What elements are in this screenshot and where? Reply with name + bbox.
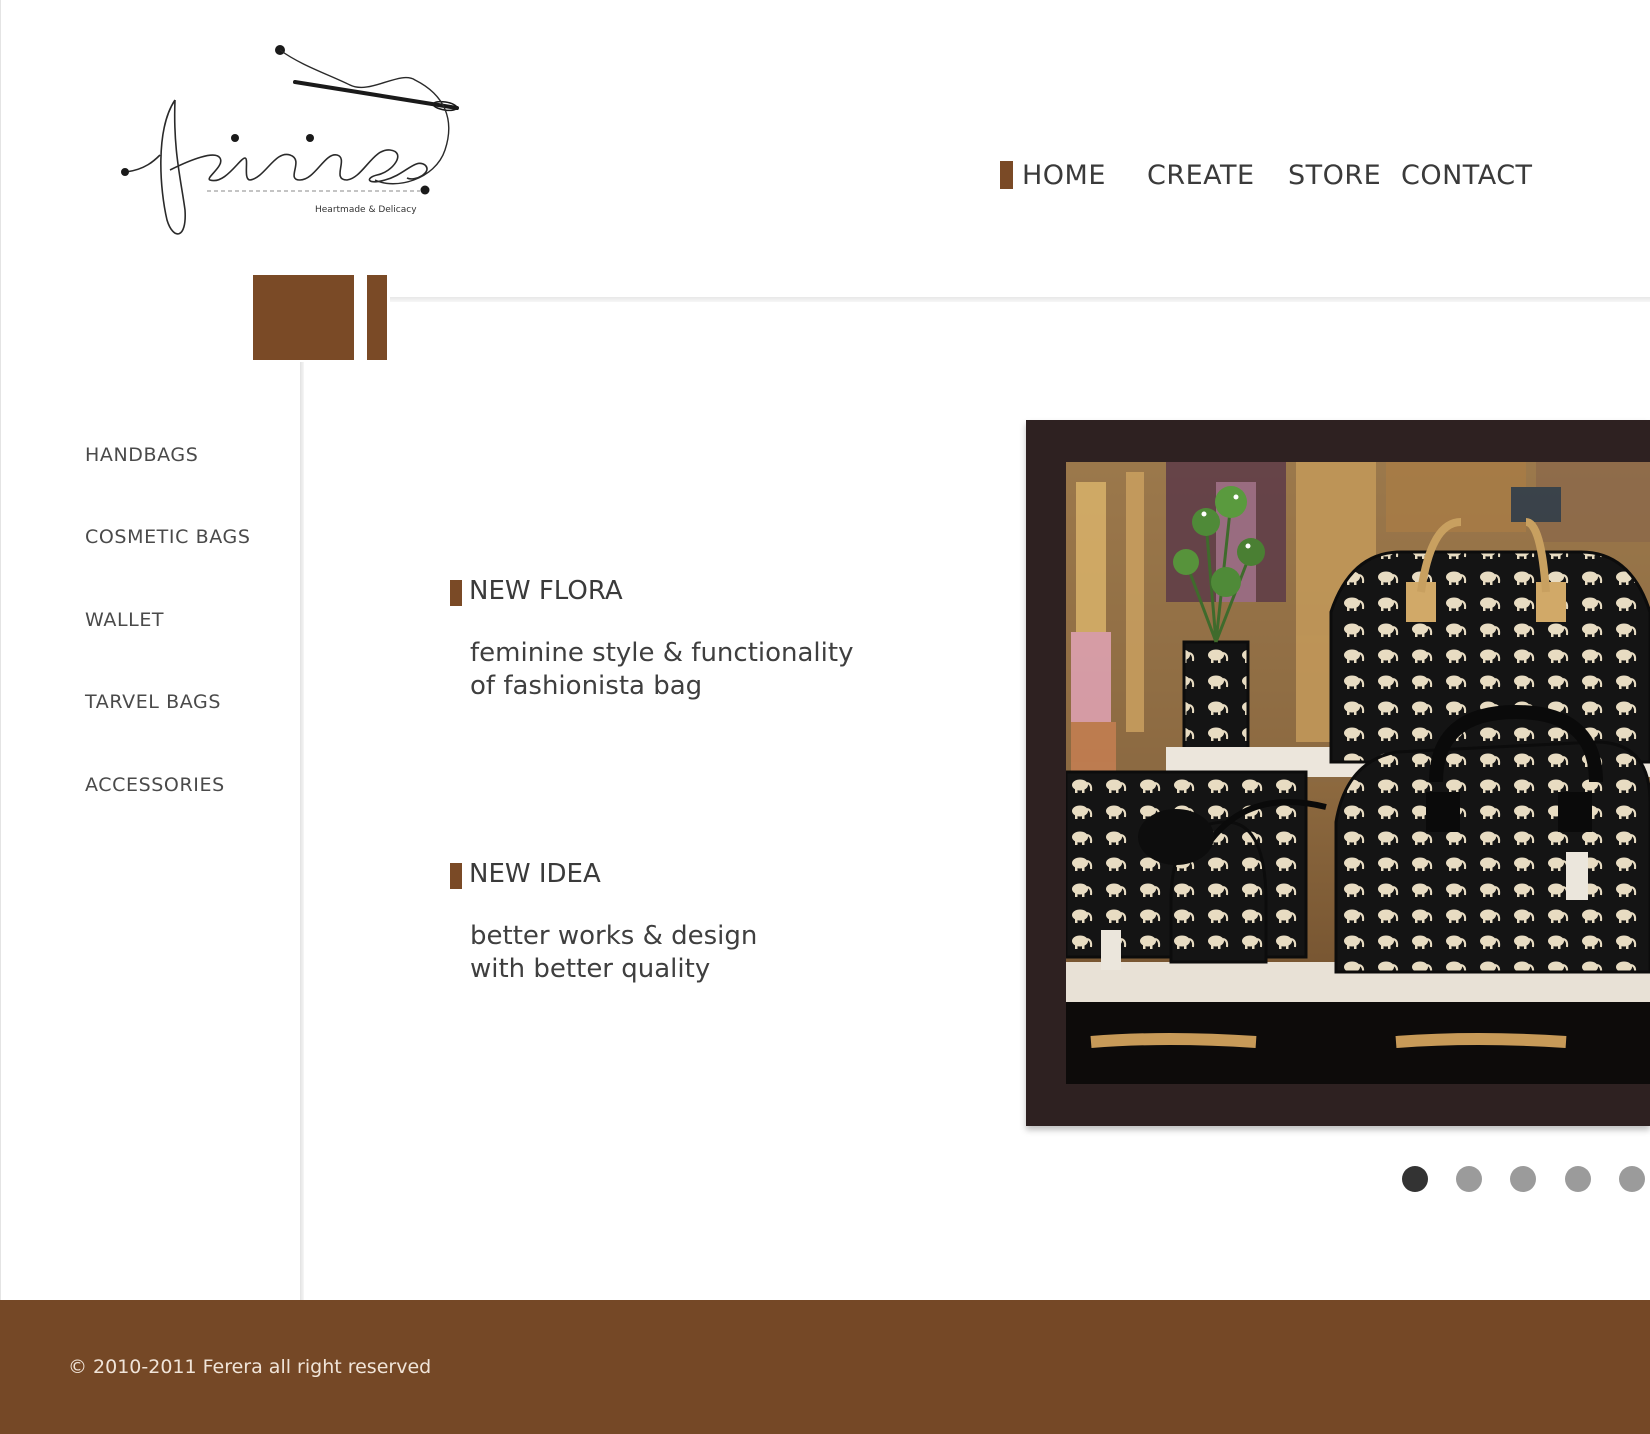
promo-marker: [450, 863, 462, 889]
nav-home[interactable]: HOME: [1022, 156, 1106, 196]
promo-description-line: feminine style & functionality: [470, 638, 854, 668]
promo-description-line: of fashionista bag: [470, 671, 703, 701]
brand-block: [253, 275, 354, 360]
sidebar-item-handbags[interactable]: HANDBAGS: [85, 444, 198, 466]
product-photo[interactable]: [1066, 462, 1650, 1084]
sidebar-item-accessories[interactable]: ACCESSORIES: [85, 774, 225, 796]
promo-description-line: better works & design: [470, 921, 758, 951]
logo-tagline: Heartmade & Delicacy: [315, 205, 417, 215]
product-photo-art: [1066, 462, 1650, 1084]
sidebar-divider: [300, 362, 304, 1300]
brand-block-thin: [367, 275, 387, 360]
slider-dot-5[interactable]: [1619, 1166, 1645, 1192]
copyright-text: © 2010-2011 Ferera all right reserved: [68, 1356, 432, 1378]
promo-marker: [450, 580, 462, 606]
sidebar-item-wallet[interactable]: WALLET: [85, 609, 164, 631]
header-divider: [390, 297, 1650, 302]
nav-contact[interactable]: CONTACT: [1401, 156, 1533, 196]
slider-dot-1[interactable]: [1402, 1166, 1428, 1192]
slider-dot-2[interactable]: [1456, 1166, 1482, 1192]
footer: © 2010-2011 Ferera all right reserved: [0, 1300, 1650, 1434]
nav-active-marker: [1000, 161, 1013, 189]
page-edge: [0, 0, 1, 1300]
sidebar-item-travel-bags[interactable]: TARVEL BAGS: [85, 691, 221, 713]
slider-dot-4[interactable]: [1565, 1166, 1591, 1192]
nav-create[interactable]: CREATE: [1147, 156, 1255, 196]
logo-artwork: Heartmade & Delicacy: [121, 45, 459, 235]
promo-title: NEW FLORA: [469, 576, 623, 606]
slider-dot-3[interactable]: [1510, 1166, 1536, 1192]
promo-description-line: with better quality: [470, 954, 711, 984]
nav-store[interactable]: STORE: [1288, 156, 1381, 196]
brand-logo[interactable]: Heartmade & Delicacy: [115, 40, 465, 250]
slider-frame: [1026, 420, 1650, 1126]
promo-title: NEW IDEA: [469, 859, 601, 889]
sidebar-item-cosmetic-bags[interactable]: COSMETIC BAGS: [85, 526, 250, 548]
